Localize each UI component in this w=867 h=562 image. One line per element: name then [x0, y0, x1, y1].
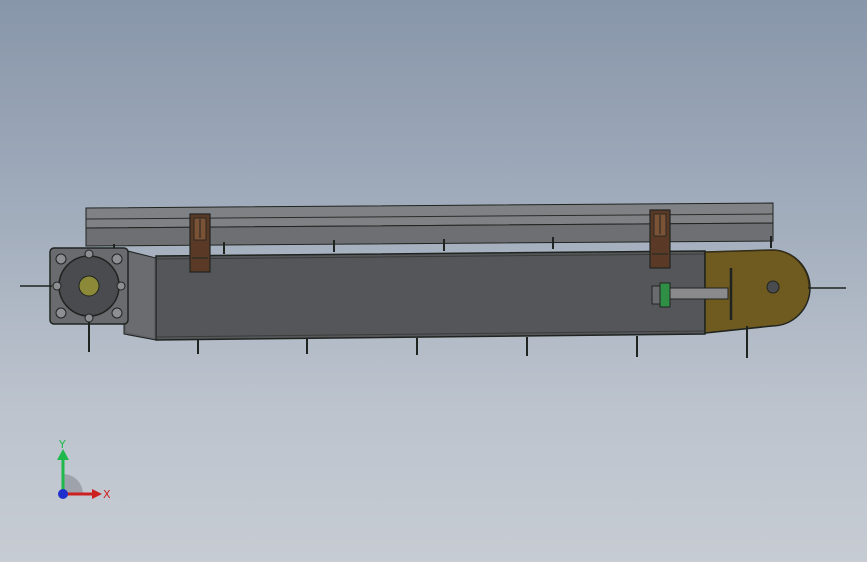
- drive-head[interactable]: [49, 247, 129, 325]
- y-axis-label: Y: [58, 438, 66, 451]
- x-axis-label: X: [103, 488, 111, 501]
- axis-triad: Y X: [57, 438, 111, 501]
- conveyor-frame[interactable]: [155, 250, 706, 341]
- conveyor-model[interactable]: [0, 0, 867, 562]
- graphics-viewport[interactable]: Y X: [0, 0, 867, 562]
- drive-transition-block: [123, 249, 157, 341]
- right-mounting-bracket[interactable]: [649, 209, 671, 269]
- x-axis-arrowhead: [92, 489, 102, 499]
- z-axis-dot: [58, 489, 68, 499]
- left-mounting-bracket[interactable]: [189, 213, 211, 273]
